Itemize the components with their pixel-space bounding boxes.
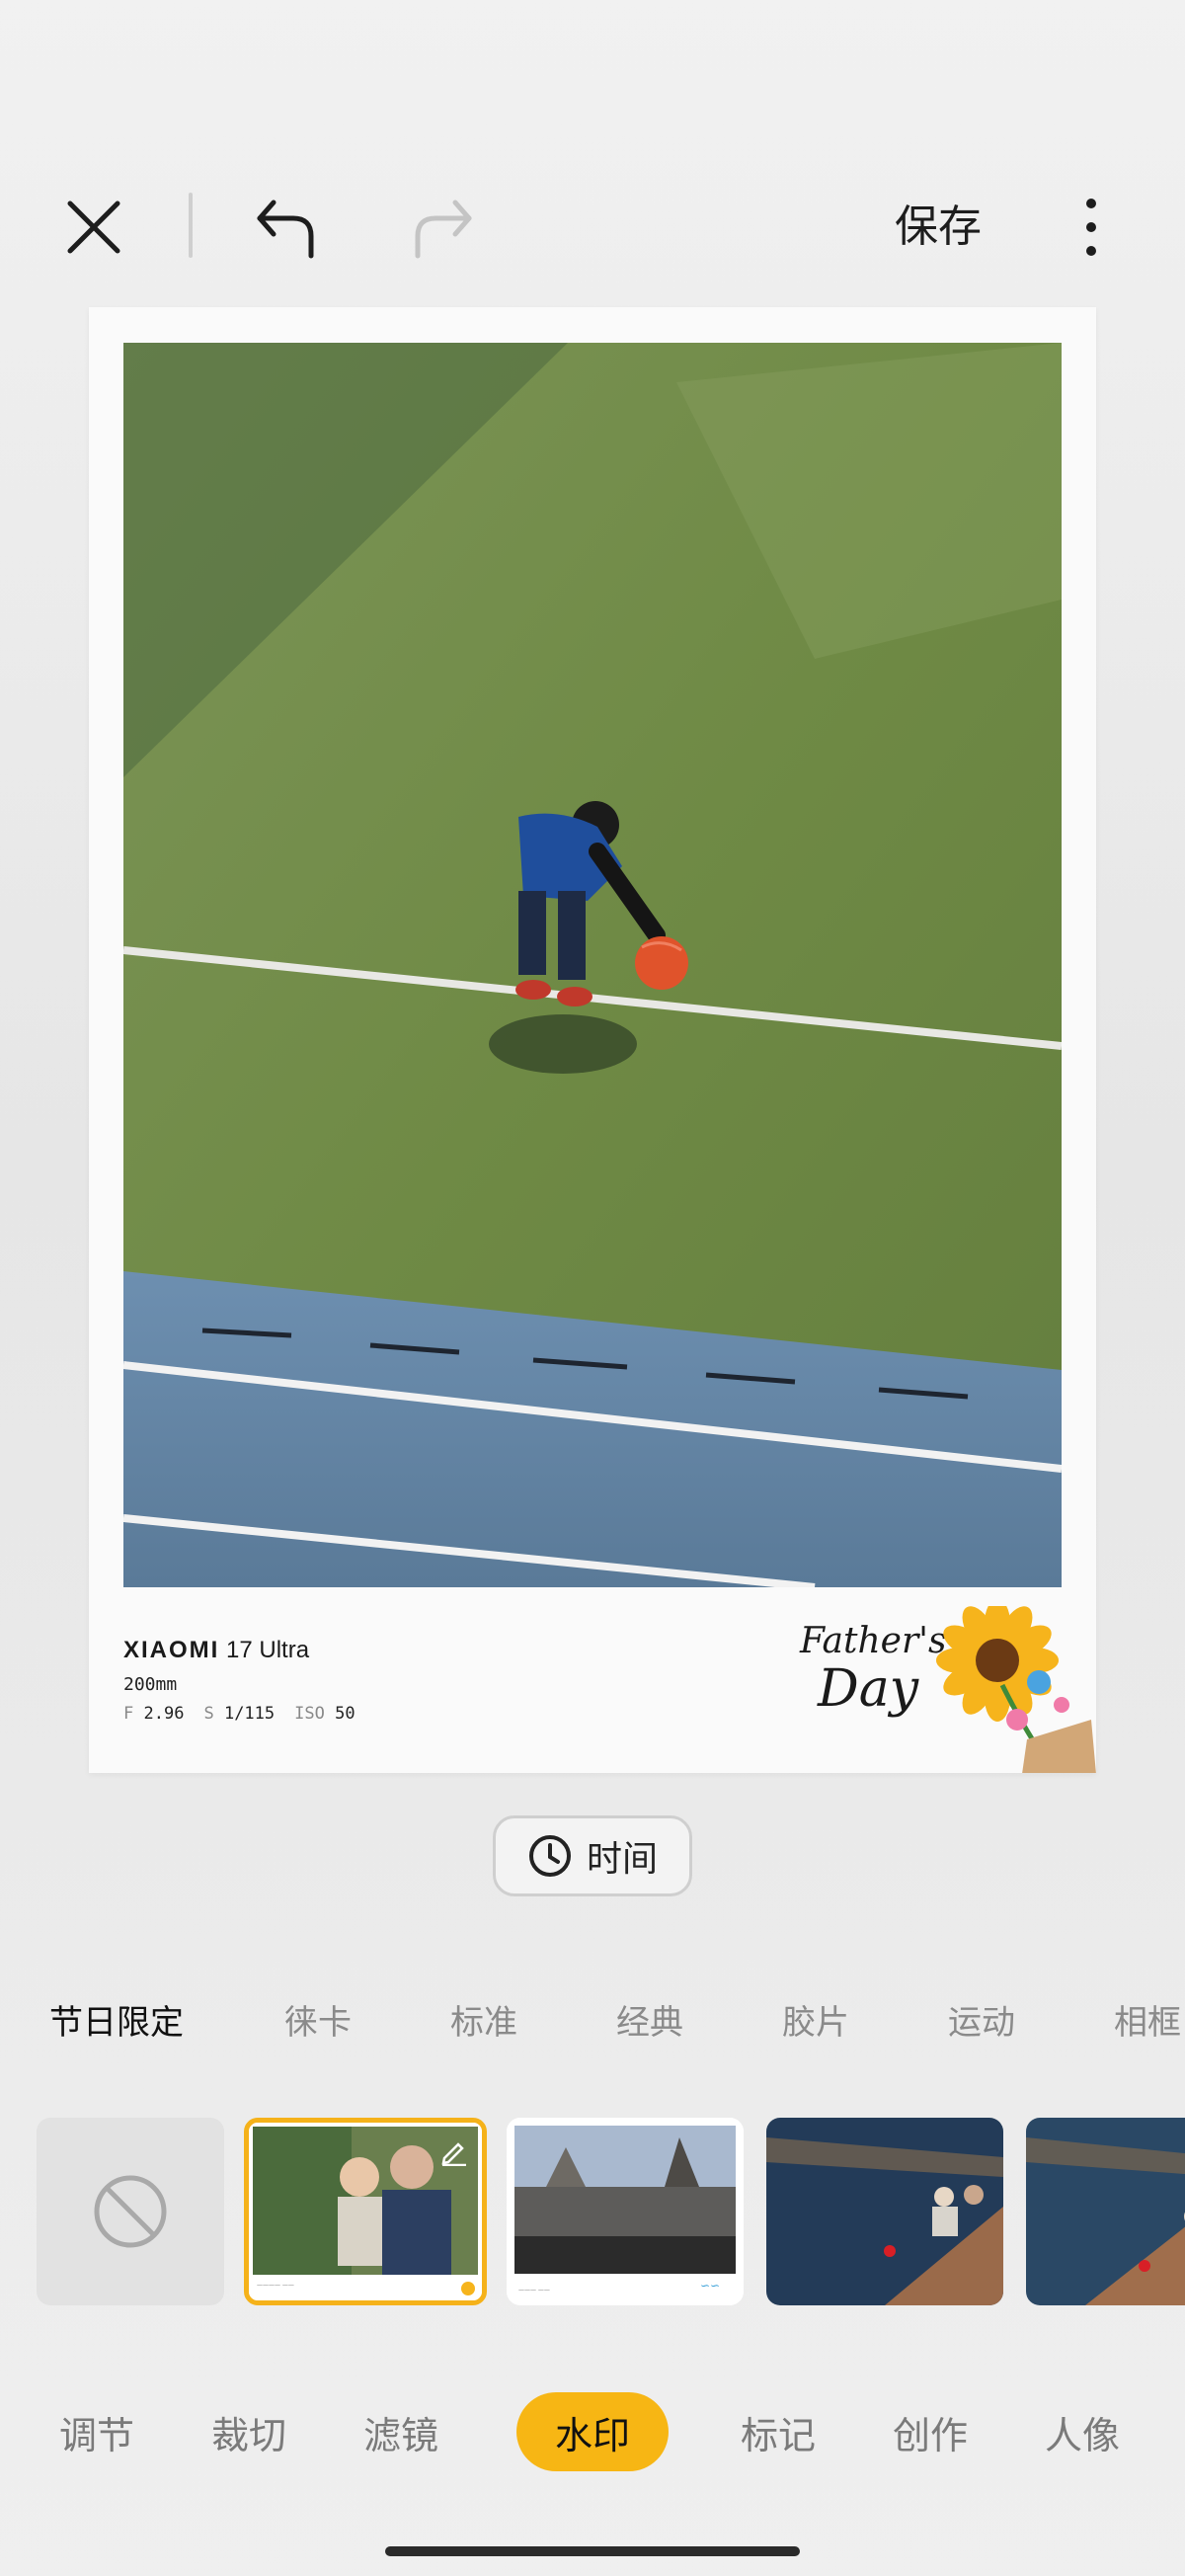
undo-button[interactable] <box>247 188 326 267</box>
nav-portrait[interactable]: 人像 <box>1045 2392 1120 2471</box>
photo-preview-card[interactable]: XIAOMI 17 Ultra 200mm F 2.96 S 1/115 ISO… <box>89 307 1096 1773</box>
camera-model: XIAOMI 17 Ultra <box>123 1637 309 1664</box>
home-indicator[interactable] <box>385 2546 800 2556</box>
redo-icon <box>415 200 472 259</box>
nav-crop[interactable]: 裁切 <box>211 2392 286 2471</box>
more-button[interactable] <box>1066 188 1116 267</box>
watermark-option-leica-sunset[interactable] <box>766 2118 1003 2305</box>
no-watermark-option[interactable] <box>37 2118 224 2305</box>
time-label: 时间 <box>586 1839 658 1880</box>
no-watermark-icon <box>94 2175 167 2248</box>
svg-text:∽∽: ∽∽ <box>700 2279 720 2293</box>
redo-button[interactable] <box>403 188 482 267</box>
category-tab-standard[interactable]: 标准 <box>450 1995 517 2044</box>
category-tab-holiday[interactable]: 节日限定 <box>49 1995 184 2044</box>
watermark-option-fathers-day[interactable]: ———— —— <box>244 2118 487 2305</box>
focal-length: 200mm <box>123 1674 178 1695</box>
pencil-icon[interactable] <box>438 2136 468 2166</box>
watermark-option-leica-river[interactable] <box>1026 2118 1185 2305</box>
toolbar-divider <box>189 193 193 258</box>
sunflower-icon <box>936 1606 1096 1773</box>
clock-icon <box>528 1835 571 1877</box>
category-tab-film[interactable]: 胶片 <box>782 1995 849 2044</box>
undo-icon <box>257 200 314 259</box>
more-vertical-icon <box>1086 199 1096 256</box>
exif-info: F 2.96 S 1/115 ISO 50 <box>123 1704 356 1724</box>
category-tab-leica[interactable]: 徕卡 <box>284 1995 352 2044</box>
aperture: F 2.96 <box>123 1704 185 1724</box>
leica-river-preview <box>1026 2118 1185 2305</box>
close-icon <box>67 201 120 254</box>
save-button[interactable]: 保存 <box>879 188 997 257</box>
nav-adjust[interactable]: 调节 <box>59 2392 134 2471</box>
iso: ISO 50 <box>294 1704 356 1724</box>
graduation-preview: ——— —— ∽∽ <box>507 2118 744 2305</box>
nav-markup[interactable]: 标记 <box>741 2392 816 2471</box>
svg-text:———— ——: ———— —— <box>257 2282 294 2289</box>
close-button[interactable] <box>59 193 128 262</box>
category-tab-sport[interactable]: 运动 <box>948 1995 1015 2044</box>
brand-name: XIAOMI <box>123 1637 220 1663</box>
category-tab-frame[interactable]: 相框 <box>1114 1995 1181 2044</box>
nav-filter[interactable]: 滤镜 <box>363 2392 438 2471</box>
svg-text:——— ——: ——— —— <box>518 2287 550 2294</box>
nav-watermark[interactable]: 水印 <box>516 2392 669 2471</box>
model-name: 17 Ultra <box>226 1637 310 1663</box>
shutter: S 1/115 <box>203 1704 276 1724</box>
edited-photo <box>123 343 1062 1587</box>
nav-create[interactable]: 创作 <box>893 2392 968 2471</box>
leica-sunset-preview <box>766 2118 1003 2305</box>
time-button[interactable]: 时间 <box>493 1815 692 1896</box>
category-tab-classic[interactable]: 经典 <box>616 1995 683 2044</box>
fathers-day-text: Father's Day <box>800 1621 947 1719</box>
watermark-option-graduation[interactable]: ——— —— ∽∽ <box>507 2118 744 2305</box>
